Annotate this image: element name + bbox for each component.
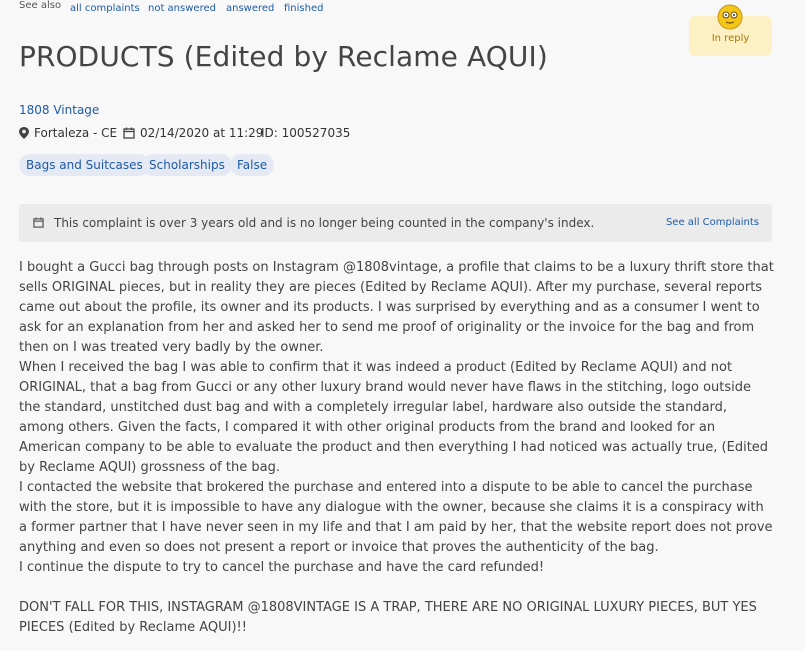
complaint-id-text: ID: 100527035 xyxy=(261,126,351,140)
location-pin-icon xyxy=(19,127,29,139)
filter-finished[interactable]: finished xyxy=(284,3,323,14)
smiley-face-icon xyxy=(717,4,743,30)
body-paragraph: I contacted the website that brokered th… xyxy=(19,480,773,555)
tag-scholarships[interactable]: Scholarships xyxy=(142,154,232,176)
see-all-complaints-link[interactable]: See all Complaints xyxy=(666,217,759,228)
body-paragraph: DON'T FALL FOR THIS, INSTAGRAM @1808VINT… xyxy=(19,600,757,635)
company-link[interactable]: 1808 Vintage xyxy=(19,103,99,117)
see-also-label: See also xyxy=(19,0,62,11)
tag-bags-and-suitcases[interactable]: Bags and Suitcases xyxy=(19,154,150,176)
status-label: In reply xyxy=(711,33,750,44)
filter-answered[interactable]: answered xyxy=(226,3,274,14)
status-badge: In reply xyxy=(689,4,772,56)
notice-text: This complaint is over 3 years old and i… xyxy=(54,216,595,230)
complaint-id: ID: 100527035 xyxy=(261,126,350,140)
complaint-body: I bought a Gucci bag through posts on In… xyxy=(19,258,775,638)
page-title: PRODUCTS (Edited by Reclame AQUI) xyxy=(19,40,548,73)
location: Fortaleza - CE xyxy=(19,126,117,140)
old-complaint-notice: This complaint is over 3 years old and i… xyxy=(19,204,772,242)
body-paragraph: I continue the dispute to try to cancel … xyxy=(19,560,545,575)
filter-all-complaints[interactable]: all complaints xyxy=(70,3,140,14)
datetime: 02/14/2020 at 11:29 xyxy=(123,126,263,140)
calendar-icon xyxy=(123,127,135,139)
tag-false[interactable]: False xyxy=(230,154,275,176)
calendar-icon xyxy=(33,217,44,228)
filter-not-answered[interactable]: not answered xyxy=(148,3,216,14)
location-text: Fortaleza - CE xyxy=(34,126,118,140)
datetime-text: 02/14/2020 at 11:29 xyxy=(140,126,264,140)
body-paragraph: When I received the bag I was able to co… xyxy=(19,360,769,475)
body-paragraph: I bought a Gucci bag through posts on In… xyxy=(19,260,774,355)
